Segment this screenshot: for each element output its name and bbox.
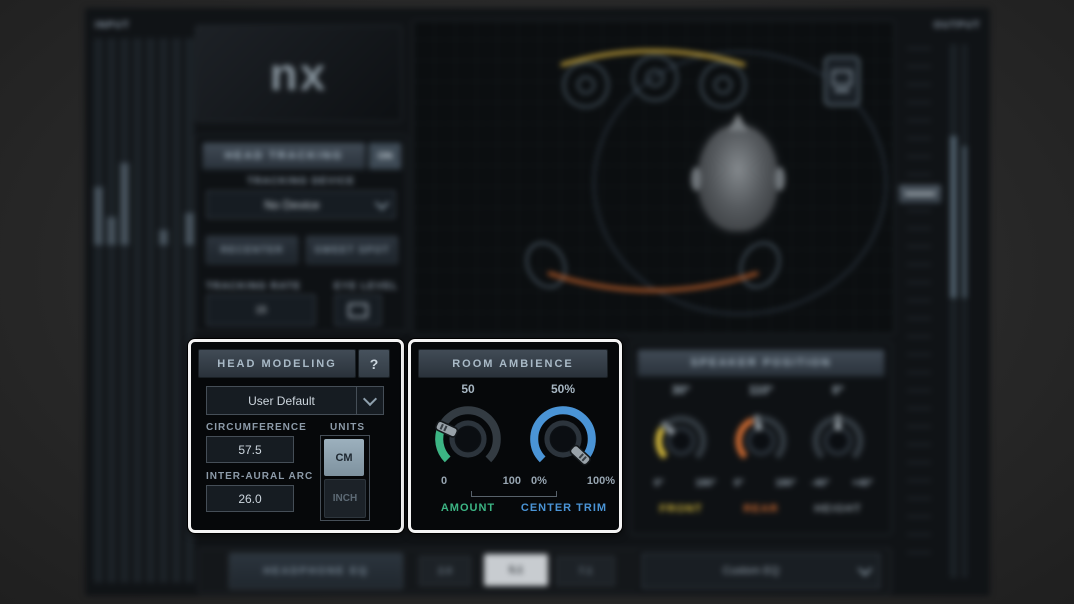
amount-value: 50 bbox=[428, 382, 508, 396]
head-tracking-panel: HEAD TRACKING ON TRACKING DEVICE No Devi… bbox=[195, 135, 407, 332]
interaural-arc-label: INTER-AURAL ARC bbox=[206, 471, 313, 482]
camera-icon bbox=[348, 303, 368, 318]
help-button[interactable]: ? bbox=[358, 349, 390, 378]
interaural-arc-field[interactable]: 26.0 bbox=[206, 485, 294, 512]
output-label: OUTPUT bbox=[927, 20, 987, 31]
camera-icon bbox=[832, 70, 852, 86]
meter-fill bbox=[950, 136, 957, 298]
output-fader-scale bbox=[907, 48, 931, 568]
nx-logo: nx bbox=[195, 25, 402, 122]
output-fader-handle[interactable] bbox=[898, 184, 942, 204]
front-min: 0° bbox=[654, 478, 664, 489]
speaker-arcs bbox=[413, 21, 894, 334]
height-max: +40° bbox=[852, 478, 873, 489]
circumference-field[interactable]: 57.5 bbox=[206, 436, 294, 463]
amount-knob[interactable] bbox=[428, 399, 508, 484]
room-ambience-title: ROOM AMBIENCE bbox=[418, 349, 608, 378]
input-label: INPUT bbox=[95, 20, 130, 31]
rear-arc bbox=[548, 273, 758, 291]
units-label: UNITS bbox=[330, 422, 365, 433]
output-meter-right bbox=[962, 44, 967, 578]
height-value: 0° bbox=[807, 383, 869, 397]
bottom-bar: HEADPHONE EQ 2.0 5.1 7.1 Custom EQ bbox=[198, 548, 892, 594]
camera-view-button[interactable] bbox=[824, 56, 860, 106]
amount-label: AMOUNT bbox=[428, 502, 508, 514]
speaker-position-panel: SPEAKER POSITION 30° 110° 0° 0° 180° 0° … bbox=[630, 342, 892, 535]
meter-fill bbox=[94, 187, 103, 245]
sweet-spot-button[interactable]: SWEET SPOT bbox=[306, 236, 398, 264]
head-top-view bbox=[698, 125, 778, 231]
head-preset-select[interactable]: User Default bbox=[206, 386, 384, 415]
front-label: FRONT bbox=[650, 503, 712, 515]
meter-fill bbox=[107, 217, 116, 245]
output-format-select[interactable]: Custom EQ bbox=[641, 553, 881, 589]
circumference-label: CIRCUMFERENCE bbox=[206, 422, 307, 433]
head-nose bbox=[728, 113, 748, 131]
rear-label: REAR bbox=[730, 503, 792, 515]
speaker-position-title: SPEAKER POSITION bbox=[637, 349, 885, 377]
output-meter-left bbox=[950, 44, 957, 578]
tracking-device-label: TRACKING DEVICE bbox=[196, 176, 406, 187]
head-modeling-title: HEAD MODELING bbox=[198, 349, 356, 378]
head-preset-value: User Default bbox=[207, 394, 356, 408]
format-2-0-button[interactable]: 2.0 bbox=[419, 556, 471, 586]
rear-min: 0° bbox=[734, 478, 744, 489]
camera-icon-base bbox=[835, 89, 849, 92]
meter-fill bbox=[185, 213, 194, 245]
rear-knob[interactable] bbox=[730, 410, 792, 477]
format-5-1-button[interactable]: 5.1 bbox=[484, 554, 548, 586]
center-trim-label: CENTER TRIM bbox=[515, 502, 613, 514]
tracking-rate-label: TRACKING RATE bbox=[206, 281, 301, 292]
chevron-down-icon bbox=[363, 391, 377, 405]
eye-level-label: EYE LEVEL bbox=[334, 281, 398, 292]
height-min: -40° bbox=[811, 478, 829, 489]
room-ambience-panel: ROOM AMBIENCE 50 50% 0 100 0% 100% AMOUN… bbox=[408, 339, 622, 533]
front-max: 180° bbox=[695, 478, 716, 489]
chevron-down-icon bbox=[375, 195, 389, 209]
link-bracket bbox=[471, 491, 557, 497]
room-visualization bbox=[412, 20, 895, 335]
height-label: HEIGHT bbox=[807, 503, 869, 515]
headphone-eq-button[interactable]: HEADPHONE EQ bbox=[229, 553, 403, 589]
units-toggle: CM INCH bbox=[320, 435, 370, 521]
meter-fill bbox=[120, 163, 129, 245]
output-format-value: Custom EQ bbox=[642, 565, 860, 577]
head-ear-right bbox=[775, 167, 785, 191]
center-trim-knob[interactable] bbox=[523, 399, 603, 484]
eye-level-button[interactable] bbox=[334, 294, 382, 326]
meter-fill bbox=[962, 146, 967, 298]
center-trim-max: 100% bbox=[587, 475, 615, 487]
tracking-device-value: No Device bbox=[207, 198, 377, 212]
unit-cm-button[interactable]: CM bbox=[324, 439, 364, 476]
height-knob[interactable] bbox=[807, 410, 869, 477]
front-value: 30° bbox=[650, 383, 712, 397]
head-tracking-title: HEAD TRACKING bbox=[202, 142, 366, 170]
front-arc bbox=[561, 51, 745, 65]
amount-max: 100 bbox=[503, 475, 521, 487]
tracking-rate-field[interactable]: 15 bbox=[206, 294, 316, 326]
head-tracking-on-button[interactable]: ON bbox=[368, 142, 402, 170]
center-trim-value: 50% bbox=[521, 382, 605, 396]
head-ear-left bbox=[691, 167, 701, 191]
tracking-device-select[interactable]: No Device bbox=[206, 190, 396, 219]
amount-min: 0 bbox=[441, 475, 447, 487]
chevron-down-icon bbox=[858, 562, 872, 576]
nx-logo-text: nx bbox=[270, 47, 328, 101]
front-knob[interactable] bbox=[650, 410, 712, 477]
fader-grip-line bbox=[905, 193, 935, 195]
meter-fill bbox=[159, 230, 168, 245]
head-modeling-panel: HEAD MODELING ? User Default CIRCUMFEREN… bbox=[188, 339, 404, 533]
format-7-1-button[interactable]: 7.1 bbox=[556, 556, 615, 586]
rear-max: 180° bbox=[775, 478, 796, 489]
unit-inch-button[interactable]: INCH bbox=[324, 479, 366, 518]
rear-value: 110° bbox=[730, 383, 792, 397]
center-trim-min: 0% bbox=[531, 475, 547, 487]
recenter-button[interactable]: RECENTER bbox=[206, 236, 298, 264]
